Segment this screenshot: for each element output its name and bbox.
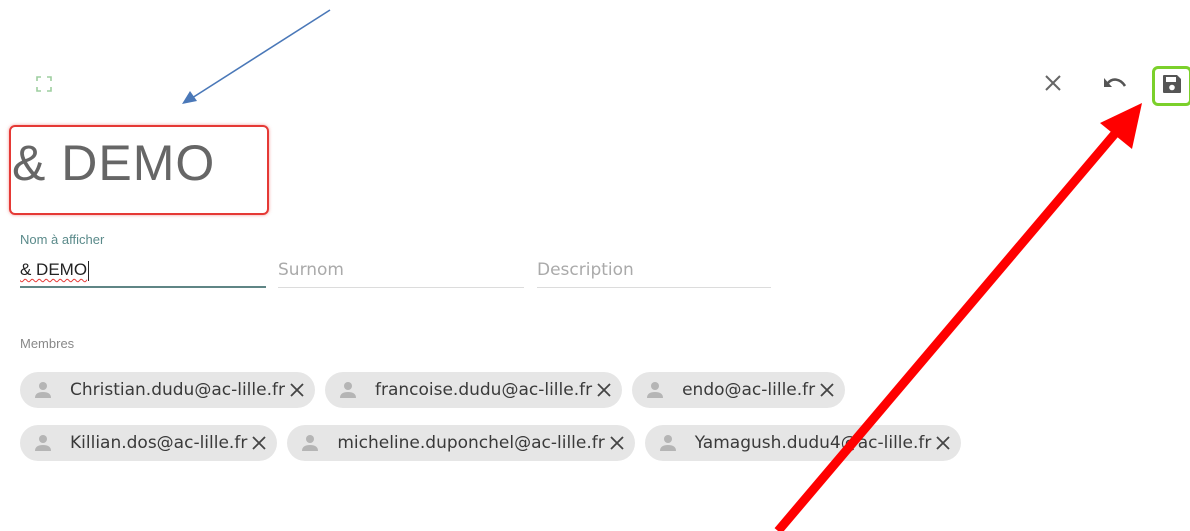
user-icon — [301, 434, 319, 452]
remove-member-icon[interactable] — [287, 380, 307, 400]
member-chip[interactable]: micheline.duponchel@ac-lille.fr — [287, 425, 635, 461]
blue-arrow — [182, 9, 331, 104]
member-chip[interactable]: Killian.dos@ac-lille.fr — [20, 425, 278, 461]
user-icon — [34, 434, 52, 452]
member-chip[interactable]: francoise.dudu@ac-lille.fr — [324, 372, 623, 408]
close-button[interactable] — [1038, 70, 1068, 100]
user-icon — [646, 381, 664, 399]
member-chips-row: Christian.dudu@ac-lille.fr francoise.dud… — [20, 372, 846, 408]
remove-member-icon[interactable] — [594, 380, 614, 400]
member-chip[interactable]: Christian.dudu@ac-lille.fr — [20, 372, 315, 408]
alias-field[interactable]: Surnom — [278, 254, 524, 288]
expand-icon[interactable] — [36, 76, 52, 92]
undo-button[interactable] — [1098, 70, 1132, 100]
member-chip[interactable]: endo@ac-lille.fr — [632, 372, 846, 408]
member-email: Killian.dos@ac-lille.fr — [70, 433, 248, 453]
close-icon — [1044, 74, 1062, 96]
remove-member-icon[interactable] — [933, 433, 953, 453]
undo-icon — [1102, 74, 1128, 96]
display-name-field[interactable]: & DEMO — [20, 254, 266, 288]
description-placeholder: Description — [537, 260, 634, 280]
member-email: Yamagush.dudu4@ac-lille.fr — [694, 433, 932, 453]
member-email: micheline.duponchel@ac-lille.fr — [337, 433, 605, 453]
remove-member-icon[interactable] — [817, 380, 837, 400]
red-arrow — [774, 103, 1142, 531]
member-email: Christian.dudu@ac-lille.fr — [70, 380, 285, 400]
remove-member-icon[interactable] — [249, 433, 269, 453]
member-chips-row: Killian.dos@ac-lille.fr micheline.duponc… — [20, 425, 962, 461]
display-name-label: Nom à afficher — [20, 232, 105, 247]
description-field[interactable]: Description — [537, 254, 771, 288]
remove-member-icon[interactable] — [607, 433, 627, 453]
member-email: endo@ac-lille.fr — [682, 380, 816, 400]
text-caret — [88, 260, 90, 281]
save-button[interactable] — [1152, 66, 1190, 106]
user-icon — [34, 381, 52, 399]
alias-placeholder: Surnom — [278, 260, 344, 280]
member-chip[interactable]: Yamagush.dudu4@ac-lille.fr — [644, 425, 962, 461]
members-label: Membres — [20, 336, 75, 351]
user-icon — [339, 381, 357, 399]
display-name-value: & DEMO — [20, 260, 88, 279]
save-icon — [1162, 74, 1182, 98]
user-icon — [659, 434, 677, 452]
page-title: & DEMO — [12, 135, 216, 191]
member-email: francoise.dudu@ac-lille.fr — [374, 380, 593, 400]
